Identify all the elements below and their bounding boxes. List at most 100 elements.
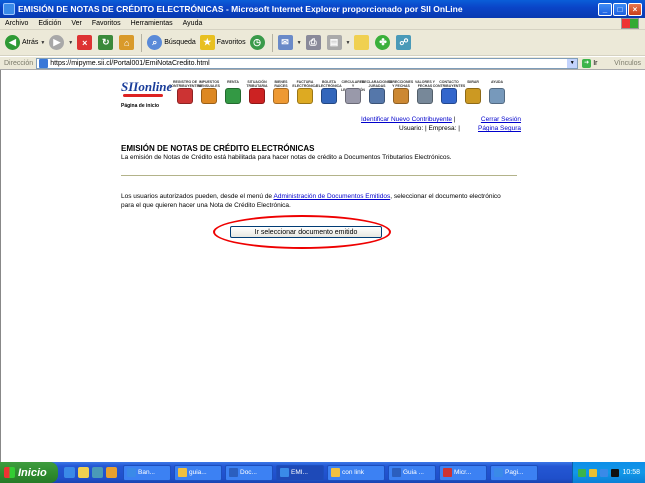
taskbar-item-0[interactable]: Ban...: [123, 464, 171, 481]
windows-logo-icon: [4, 467, 15, 478]
toolbar-separator: [271, 33, 273, 52]
task-icon: [127, 468, 136, 477]
pipe-separator: |: [458, 125, 460, 132]
desktop-icon[interactable]: [92, 467, 103, 478]
task-icon: [494, 468, 503, 477]
links-button[interactable]: Vínculos: [614, 60, 641, 67]
task-icon: [229, 468, 238, 477]
go-button[interactable]: Ir: [593, 60, 597, 67]
task-label: con link: [342, 469, 365, 476]
taskbar-item-4[interactable]: con link: [327, 464, 385, 481]
history-icon: ◷: [249, 35, 265, 50]
task-label: Ban...: [138, 469, 155, 476]
edit-button[interactable]: ▤ ▼: [325, 33, 353, 53]
speaker-icon[interactable]: [600, 468, 609, 477]
nav-item-icon: [177, 88, 193, 104]
minimize-button[interactable]: _: [598, 2, 612, 16]
back-button[interactable]: ◀ Atrás ▼: [3, 33, 47, 53]
task-icon: [331, 468, 340, 477]
taskbar-item-3[interactable]: EMI...: [276, 464, 324, 481]
nav-item-icon: [297, 88, 313, 104]
ie-icon[interactable]: [64, 467, 75, 478]
taskbar-item-1[interactable]: guia...: [174, 464, 222, 481]
url-field[interactable]: https://mipyme.sii.cl/Portal001/EmiNotaC…: [36, 57, 579, 69]
chevron-down-icon: ▼: [68, 39, 74, 46]
chevron-down-icon: ▼: [345, 39, 351, 46]
research-button[interactable]: ☍: [394, 33, 415, 53]
taskbar-item-7[interactable]: Pagi...: [490, 464, 538, 481]
nav-item-11[interactable]: CONTACTO CONTRIBUYENTES: [433, 80, 465, 114]
stop-button[interactable]: ×: [75, 33, 96, 53]
divider: [121, 175, 517, 176]
folder-icon[interactable]: [78, 467, 89, 478]
nav-item-13[interactable]: AYUDA: [485, 80, 509, 114]
go-arrow-icon[interactable]: ➜: [582, 58, 592, 68]
menu-favoritos[interactable]: Favoritos: [87, 20, 126, 27]
history-button[interactable]: ◷: [248, 33, 269, 53]
nav-item-3[interactable]: SITUACIÓN TRIBUTARIA: [245, 80, 269, 114]
nav-item-icon: [273, 88, 289, 104]
logout-link[interactable]: Cerrar Sesión: [481, 116, 521, 123]
windows-logo-icon: [621, 18, 639, 29]
window-title: EMISIÓN DE NOTAS DE CRÉDITO ELECTRÓNICAS…: [18, 4, 463, 14]
shield-icon[interactable]: [589, 468, 598, 477]
home-button[interactable]: ⌂: [117, 33, 138, 53]
favorites-button[interactable]: ★ Favoritos: [198, 33, 248, 53]
refresh-icon: ↻: [98, 35, 114, 50]
star-icon: ★: [199, 35, 215, 50]
folder-button[interactable]: [352, 33, 373, 53]
monitor-icon[interactable]: [611, 468, 620, 477]
taskbar-item-2[interactable]: Doc...: [225, 464, 273, 481]
nav-item-9[interactable]: DIRECCIONES Y FECHAS: [389, 80, 413, 114]
edit-icon: ▤: [326, 35, 342, 50]
nav-item-1[interactable]: IMPUESTOS MENSUALES: [197, 80, 221, 114]
nav-item-8[interactable]: DECLARACIONES JURADAS: [362, 80, 392, 114]
network-icon[interactable]: [578, 468, 587, 477]
close-button[interactable]: ×: [628, 2, 642, 16]
nav-item-icon: [225, 88, 241, 104]
title-bar: EMISIÓN DE NOTAS DE CRÉDITO ELECTRÓNICAS…: [0, 0, 645, 18]
secure-page-link[interactable]: Página Segura: [478, 125, 521, 132]
messenger-button[interactable]: ✤: [373, 33, 394, 53]
menu-herramientas[interactable]: Herramientas: [126, 20, 178, 27]
mail-button[interactable]: ✉ ▼: [276, 33, 304, 53]
nav-item-label: SIIRAR: [467, 80, 479, 84]
admin-documents-link[interactable]: Administración de Documentos Emitidos: [274, 193, 391, 200]
menu-edicion[interactable]: Edición: [33, 20, 66, 27]
sii-logo[interactable]: SIIonline Página de inicio: [121, 80, 172, 114]
home-link[interactable]: Página de inicio: [121, 103, 169, 109]
media-icon[interactable]: [106, 467, 117, 478]
menu-archivo[interactable]: Archivo: [0, 20, 33, 27]
task-label: guia...: [189, 469, 207, 476]
url-text[interactable]: https://mipyme.sii.cl/Portal001/EmiNotaC…: [50, 60, 567, 67]
refresh-button[interactable]: ↻: [96, 33, 117, 53]
maximize-button[interactable]: □: [613, 2, 627, 16]
print-button[interactable]: ⎙: [304, 33, 325, 53]
system-tray: 10:58: [572, 462, 645, 483]
chevron-down-icon[interactable]: ▼: [567, 58, 578, 68]
select-document-button[interactable]: Ir seleccionar documento emitido: [230, 226, 382, 238]
nav-item-12[interactable]: SIIRAR: [461, 80, 485, 114]
task-icon: [178, 468, 187, 477]
menu-ver[interactable]: Ver: [66, 20, 87, 27]
taskbar-item-6[interactable]: Micr...: [439, 464, 487, 481]
taskbar-item-5[interactable]: Guia ...: [388, 464, 436, 481]
task-icon: [280, 468, 289, 477]
nav-item-5[interactable]: FACTURA ELECTRÓNICA: [292, 80, 318, 114]
nav-item-label: DIRECCIONES Y FECHAS: [388, 80, 414, 88]
menu-ayuda[interactable]: Ayuda: [178, 20, 208, 27]
pipe-separator: |: [453, 116, 456, 123]
nav-item-4[interactable]: BIENES RAÍCES: [269, 80, 293, 114]
site-header: SIIonline Página de inicio REGISTRO DE C…: [121, 80, 509, 114]
clock[interactable]: 10:58: [622, 469, 640, 476]
start-button[interactable]: Inicio: [0, 462, 58, 483]
new-taxpayer-link[interactable]: Identificar Nuevo Contribuyente: [361, 116, 452, 123]
taskbar: Inicio Ban... guia... Doc... EMI... con link…: [0, 462, 645, 483]
chevron-down-icon: ▼: [296, 39, 302, 46]
forward-button[interactable]: ▶ ▼: [47, 33, 75, 53]
nav-item-0[interactable]: REGISTRO DE CONTRIBUYENTES: [169, 80, 201, 114]
search-button[interactable]: ⌕ Búsqueda: [145, 33, 198, 53]
nav-item-label: SITUACIÓN TRIBUTARIA: [246, 80, 268, 88]
nav-item-6[interactable]: BOLETA ELECTRÓNICA: [316, 80, 342, 114]
nav-item-2[interactable]: RENTA: [221, 80, 245, 114]
